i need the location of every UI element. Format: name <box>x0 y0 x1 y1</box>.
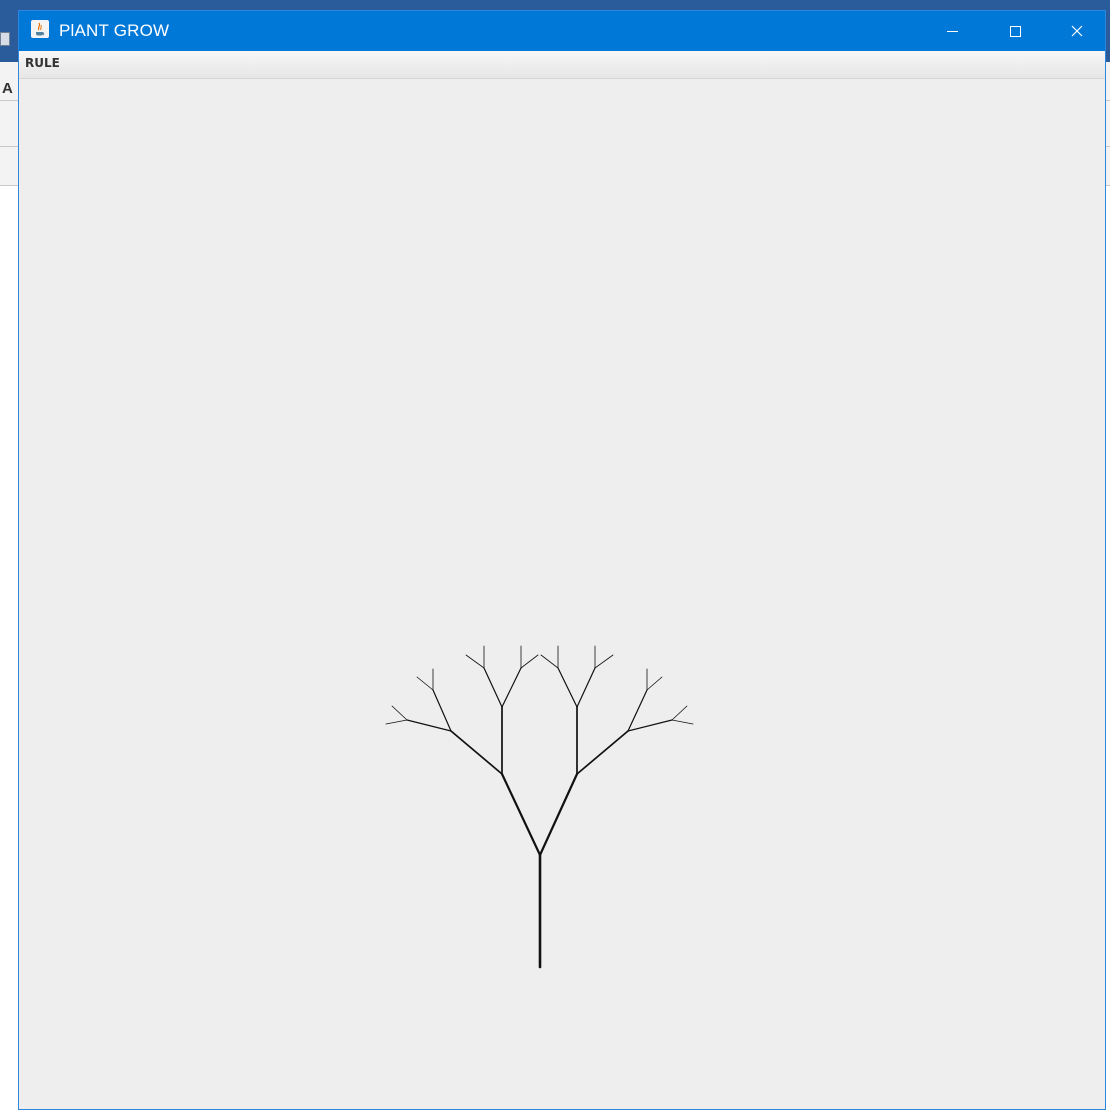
minimize-button[interactable] <box>924 11 980 51</box>
background-app-icon <box>0 32 10 46</box>
java-icon[interactable] <box>31 20 49 38</box>
tree-twig <box>594 654 614 669</box>
close-icon <box>1071 25 1083 37</box>
background-app-text: A <box>2 80 13 97</box>
tree-branch <box>406 719 452 732</box>
tree-twig <box>385 719 408 725</box>
tree-branch <box>627 689 648 732</box>
tree-branch <box>450 730 503 775</box>
tree-twig <box>540 654 559 669</box>
tree-branch <box>501 667 522 708</box>
tree-branch <box>576 667 596 708</box>
tree-branch <box>432 689 452 732</box>
tree-branch <box>576 730 629 775</box>
tree-twig <box>465 654 485 669</box>
tree-branch <box>557 667 578 708</box>
tree-twig <box>646 676 663 691</box>
maximize-button[interactable] <box>987 11 1043 51</box>
menu-bar: RULE <box>19 51 1105 79</box>
fractal-tree <box>385 645 694 969</box>
minimize-icon <box>946 30 958 32</box>
tree-twig <box>520 654 539 669</box>
close-button[interactable] <box>1049 11 1105 51</box>
tree-twig <box>671 719 694 725</box>
tree-twig <box>391 705 408 721</box>
maximize-icon <box>1009 25 1021 37</box>
tree-twig <box>671 705 688 721</box>
tree-branch <box>500 772 542 857</box>
title-bar[interactable]: PlANT GROW <box>19 11 1105 51</box>
app-window: PlANT GROW RULE <box>18 10 1106 1110</box>
menu-rule[interactable]: RULE <box>25 56 60 70</box>
tree-branch <box>538 772 579 857</box>
tree-branch <box>627 719 673 732</box>
window-title: PlANT GROW <box>59 21 170 40</box>
drawing-canvas[interactable] <box>19 79 1105 1109</box>
tree-twig <box>416 676 434 691</box>
tree-branch <box>483 667 503 708</box>
